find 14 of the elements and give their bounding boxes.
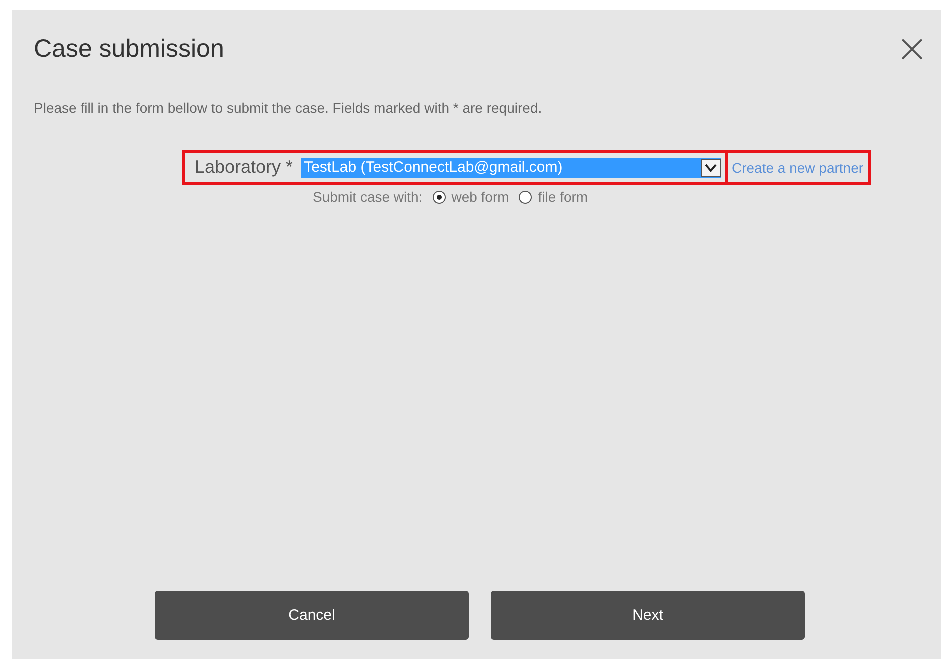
radio-button[interactable] — [432, 190, 446, 204]
instruction-text: Please fill in the form bellow to submit the case. Fields marked with * are required. — [34, 100, 544, 116]
laboratory-select[interactable]: TestLab (TestConnectLab@gmail.com) — [301, 158, 721, 178]
cancel-button[interactable]: Cancel — [155, 591, 469, 640]
submit-with-label: Submit case with: — [313, 189, 423, 205]
laboratory-label: Laboratory * — [195, 157, 294, 178]
close-button[interactable]: × — [891, 34, 933, 64]
dialog-title: Case submission — [34, 34, 224, 64]
create-partner-link[interactable]: Create a new partner — [732, 160, 864, 176]
radio-button[interactable] — [519, 190, 532, 204]
caret-icon — [701, 158, 721, 176]
radio-option[interactable]: web form — [432, 189, 510, 205]
next-button[interactable]: Next — [491, 591, 805, 640]
radio-option[interactable]: file form — [519, 189, 588, 205]
